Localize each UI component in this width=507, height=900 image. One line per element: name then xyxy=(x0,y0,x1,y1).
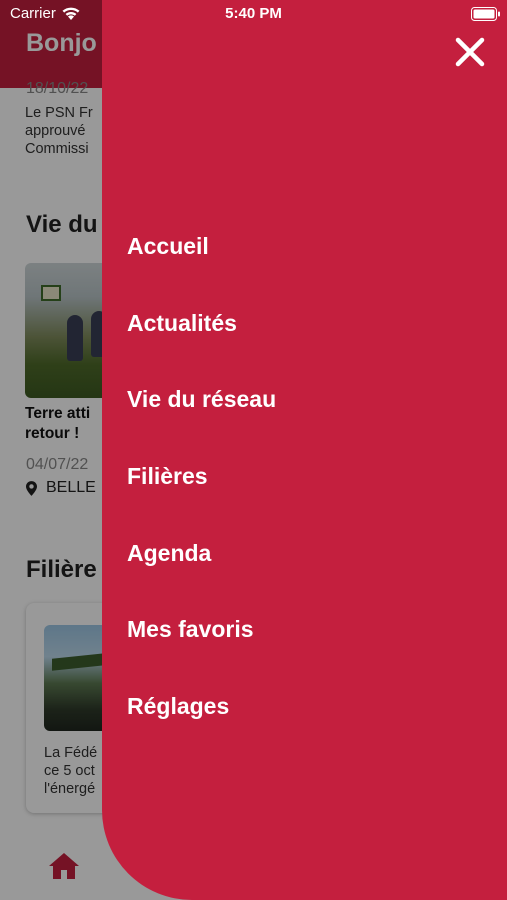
menu-item-accueil[interactable]: Accueil xyxy=(127,226,276,303)
clock: 5:40 PM xyxy=(225,5,282,22)
drawer-menu: Accueil Actualités Vie du réseau Filière… xyxy=(127,226,276,763)
status-bar: Carrier 5:40 PM xyxy=(0,0,507,28)
close-icon[interactable] xyxy=(450,32,490,72)
battery-icon xyxy=(471,7,500,21)
menu-item-agenda[interactable]: Agenda xyxy=(127,533,276,610)
menu-item-vie-du-reseau[interactable]: Vie du réseau xyxy=(127,379,276,456)
menu-item-actualites[interactable]: Actualités xyxy=(127,303,276,380)
menu-item-filieres[interactable]: Filières xyxy=(127,456,276,533)
menu-item-mes-favoris[interactable]: Mes favoris xyxy=(127,609,276,686)
menu-item-reglages[interactable]: Réglages xyxy=(127,686,276,763)
